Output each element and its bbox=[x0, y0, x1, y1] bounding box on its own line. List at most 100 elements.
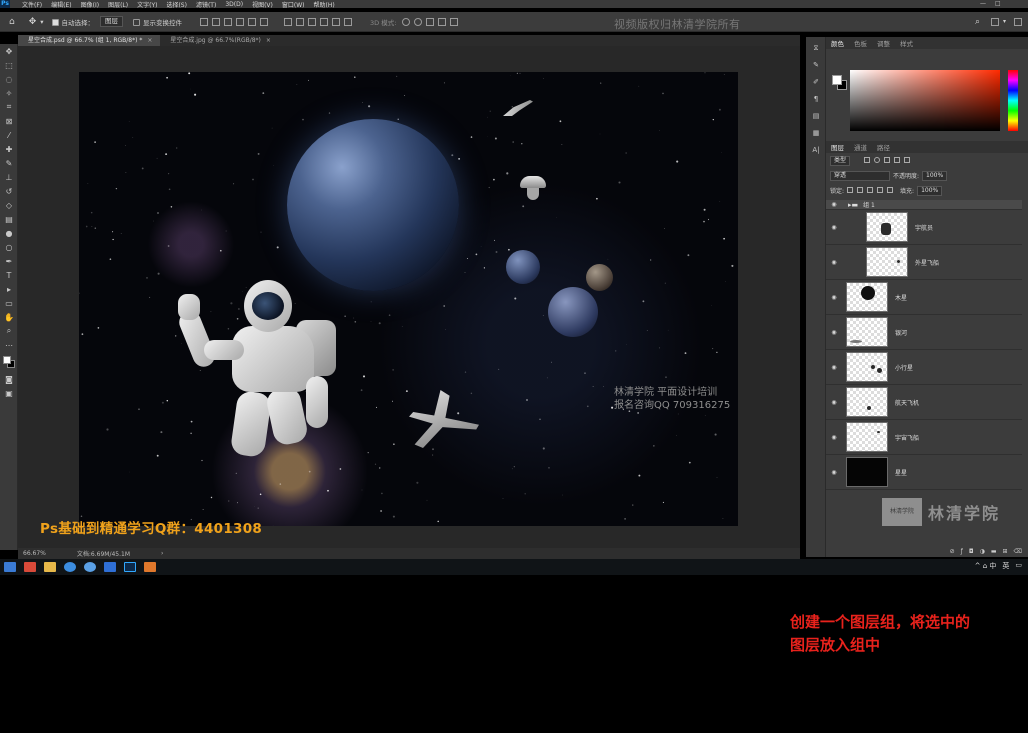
app-icon[interactable] bbox=[104, 562, 116, 572]
maximize-button[interactable]: □ bbox=[995, 0, 1001, 7]
lock-all-icon[interactable] bbox=[887, 186, 894, 193]
tab-color[interactable]: 颜色 bbox=[826, 38, 849, 48]
tab-paths[interactable]: 路径 bbox=[872, 142, 895, 152]
visibility-eye-icon[interactable]: ◉ bbox=[826, 364, 842, 371]
visibility-eye-icon[interactable]: ◉ bbox=[826, 294, 842, 301]
search-icon[interactable]: ⌕ bbox=[975, 17, 980, 27]
delete-layer-icon[interactable]: ⌫ bbox=[1014, 548, 1022, 555]
menu-edit[interactable]: 编辑(E) bbox=[51, 0, 71, 9]
home-icon[interactable]: ⌂ bbox=[9, 17, 15, 27]
align-top-icon[interactable] bbox=[236, 17, 245, 26]
screen-mode-icon[interactable]: ▣ bbox=[0, 386, 18, 400]
tab-adjustments[interactable]: 调整 bbox=[872, 38, 895, 48]
layer-name[interactable]: 宇宙飞船 bbox=[895, 433, 919, 442]
distribute-vcenter-icon[interactable] bbox=[296, 17, 305, 26]
hand-tool-icon[interactable]: ✋ bbox=[0, 310, 18, 324]
marquee-tool-icon[interactable]: ⬚ bbox=[0, 58, 18, 72]
layer-name[interactable]: 银河 bbox=[895, 328, 907, 337]
distribute-bottom-icon[interactable] bbox=[308, 17, 317, 26]
new-layer-icon[interactable]: ⊞ bbox=[1002, 548, 1007, 555]
move-tool-icon[interactable]: ✥ bbox=[29, 17, 37, 27]
align-left-icon[interactable] bbox=[200, 17, 209, 26]
tray-icons[interactable]: ^ ⌂ 中 bbox=[975, 561, 997, 571]
brush-tool-icon[interactable]: ✎ bbox=[0, 156, 18, 170]
layer-name[interactable]: 木星 bbox=[895, 293, 907, 302]
history-icon[interactable]: ⧖ bbox=[806, 42, 826, 54]
visibility-eye-icon[interactable]: ◉ bbox=[826, 399, 842, 406]
crop-tool-icon[interactable]: ⌗ bbox=[0, 100, 18, 114]
menu-layer[interactable]: 图层(L) bbox=[108, 0, 128, 9]
layer-name[interactable]: 小行星 bbox=[895, 363, 913, 372]
layer-row[interactable]: ◉ 宇宙飞船 bbox=[826, 420, 1022, 455]
file-explorer-icon[interactable] bbox=[44, 562, 56, 572]
panel-foreground-swatch[interactable] bbox=[832, 75, 842, 85]
show-transform-checkbox[interactable] bbox=[133, 19, 141, 26]
visibility-eye-icon[interactable]: ◉ bbox=[826, 329, 842, 336]
menu-view[interactable]: 视图(V) bbox=[252, 0, 273, 9]
document-canvas[interactable]: 林清学院 平面设计培训 报名咨询QQ 709316275 bbox=[79, 72, 738, 526]
menu-type[interactable]: 文字(Y) bbox=[137, 0, 157, 9]
workspace-chevron-icon[interactable]: ▾ bbox=[1003, 18, 1006, 25]
chrome-icon[interactable] bbox=[84, 562, 96, 572]
clone-stamp-icon[interactable]: ⊥ bbox=[0, 170, 18, 184]
start-menu-icon[interactable] bbox=[4, 562, 16, 572]
tab-styles[interactable]: 样式 bbox=[895, 38, 918, 48]
app-icon[interactable] bbox=[24, 562, 36, 572]
lock-paint-icon[interactable] bbox=[857, 186, 864, 193]
visibility-eye-icon[interactable]: ◉ bbox=[826, 259, 842, 266]
menu-select[interactable]: 选择(S) bbox=[166, 0, 187, 9]
minimize-button[interactable]: — bbox=[980, 0, 986, 7]
auto-select-toggle[interactable]: 自动选择： bbox=[51, 17, 94, 27]
filter-type-icon[interactable] bbox=[884, 156, 891, 163]
visibility-eye-icon[interactable]: ◉ bbox=[826, 434, 842, 441]
menu-window[interactable]: 窗口(W) bbox=[282, 0, 305, 9]
magic-wand-icon[interactable]: ✧ bbox=[0, 86, 18, 100]
chevron-down-icon[interactable]: ▾ bbox=[40, 18, 43, 26]
tab-layers[interactable]: 图层 bbox=[826, 142, 849, 152]
visibility-eye-icon[interactable]: ◉ bbox=[826, 469, 842, 476]
align-center-icon[interactable] bbox=[212, 17, 221, 26]
align-middle-icon[interactable] bbox=[248, 17, 257, 26]
tab-channels[interactable]: 通道 bbox=[849, 142, 872, 152]
visibility-eye-icon[interactable]: ◉ bbox=[826, 224, 842, 231]
rectangle-tool-icon[interactable]: ▭ bbox=[0, 296, 18, 310]
ime-indicator[interactable]: 英 bbox=[1002, 561, 1009, 571]
jupiter-planet[interactable] bbox=[287, 119, 459, 291]
type-tool-icon[interactable]: T bbox=[0, 268, 18, 282]
gradient-tool-icon[interactable]: ▤ bbox=[0, 212, 18, 226]
eraser-icon[interactable]: ◇ bbox=[0, 198, 18, 212]
distribute-left-icon[interactable] bbox=[320, 17, 329, 26]
3d-pan-icon[interactable] bbox=[426, 17, 435, 26]
color-swatches[interactable] bbox=[0, 352, 17, 372]
layer-name[interactable]: 外星飞船 bbox=[915, 258, 939, 267]
layer-row[interactable]: ◉ 小行星 bbox=[826, 350, 1022, 385]
move-tool-icon[interactable]: ✥ bbox=[0, 44, 18, 58]
layer-row[interactable]: ◉ 银河 bbox=[826, 315, 1022, 350]
close-icon[interactable]: × bbox=[266, 37, 271, 44]
more-tools-icon[interactable]: ⋯ bbox=[0, 338, 18, 352]
astronaut[interactable] bbox=[175, 280, 353, 465]
photoshop-taskbar-icon[interactable] bbox=[124, 562, 136, 572]
layer-filter-kind-dropdown[interactable]: 类型 bbox=[830, 155, 851, 166]
layer-row[interactable]: ◉ 星星 bbox=[826, 455, 1022, 490]
layer-row[interactable]: ◉ 宇航员 bbox=[826, 210, 1022, 245]
distribute-hcenter-icon[interactable] bbox=[332, 17, 341, 26]
brush-settings-icon[interactable]: ✎ bbox=[806, 59, 826, 71]
tab-jpg-document[interactable]: 星空合成.jpg @ 66.7%(RGB/8*) × bbox=[160, 35, 279, 46]
3d-slide-icon[interactable] bbox=[438, 17, 447, 26]
menu-help[interactable]: 帮助(H) bbox=[314, 0, 335, 9]
frame-tool-icon[interactable]: ⊠ bbox=[0, 114, 18, 128]
quick-mask-icon[interactable]: ◙ bbox=[0, 372, 18, 386]
workspace-icon[interactable] bbox=[991, 18, 999, 26]
menu-file[interactable]: 文件(F) bbox=[22, 0, 42, 9]
lock-pixels-icon[interactable] bbox=[847, 186, 854, 193]
notification-icon[interactable]: ▭ bbox=[1015, 561, 1022, 571]
foreground-color-swatch[interactable] bbox=[3, 356, 11, 364]
hue-slider[interactable] bbox=[1008, 70, 1018, 131]
link-layers-icon[interactable]: ⊘ bbox=[950, 548, 955, 555]
3d-scale-icon[interactable] bbox=[450, 17, 459, 26]
new-group-icon[interactable]: ▬ bbox=[991, 548, 997, 555]
menu-3d[interactable]: 3D(D) bbox=[225, 1, 243, 8]
recorder-icon[interactable] bbox=[144, 562, 156, 572]
notes-icon[interactable]: ▦ bbox=[806, 127, 826, 139]
